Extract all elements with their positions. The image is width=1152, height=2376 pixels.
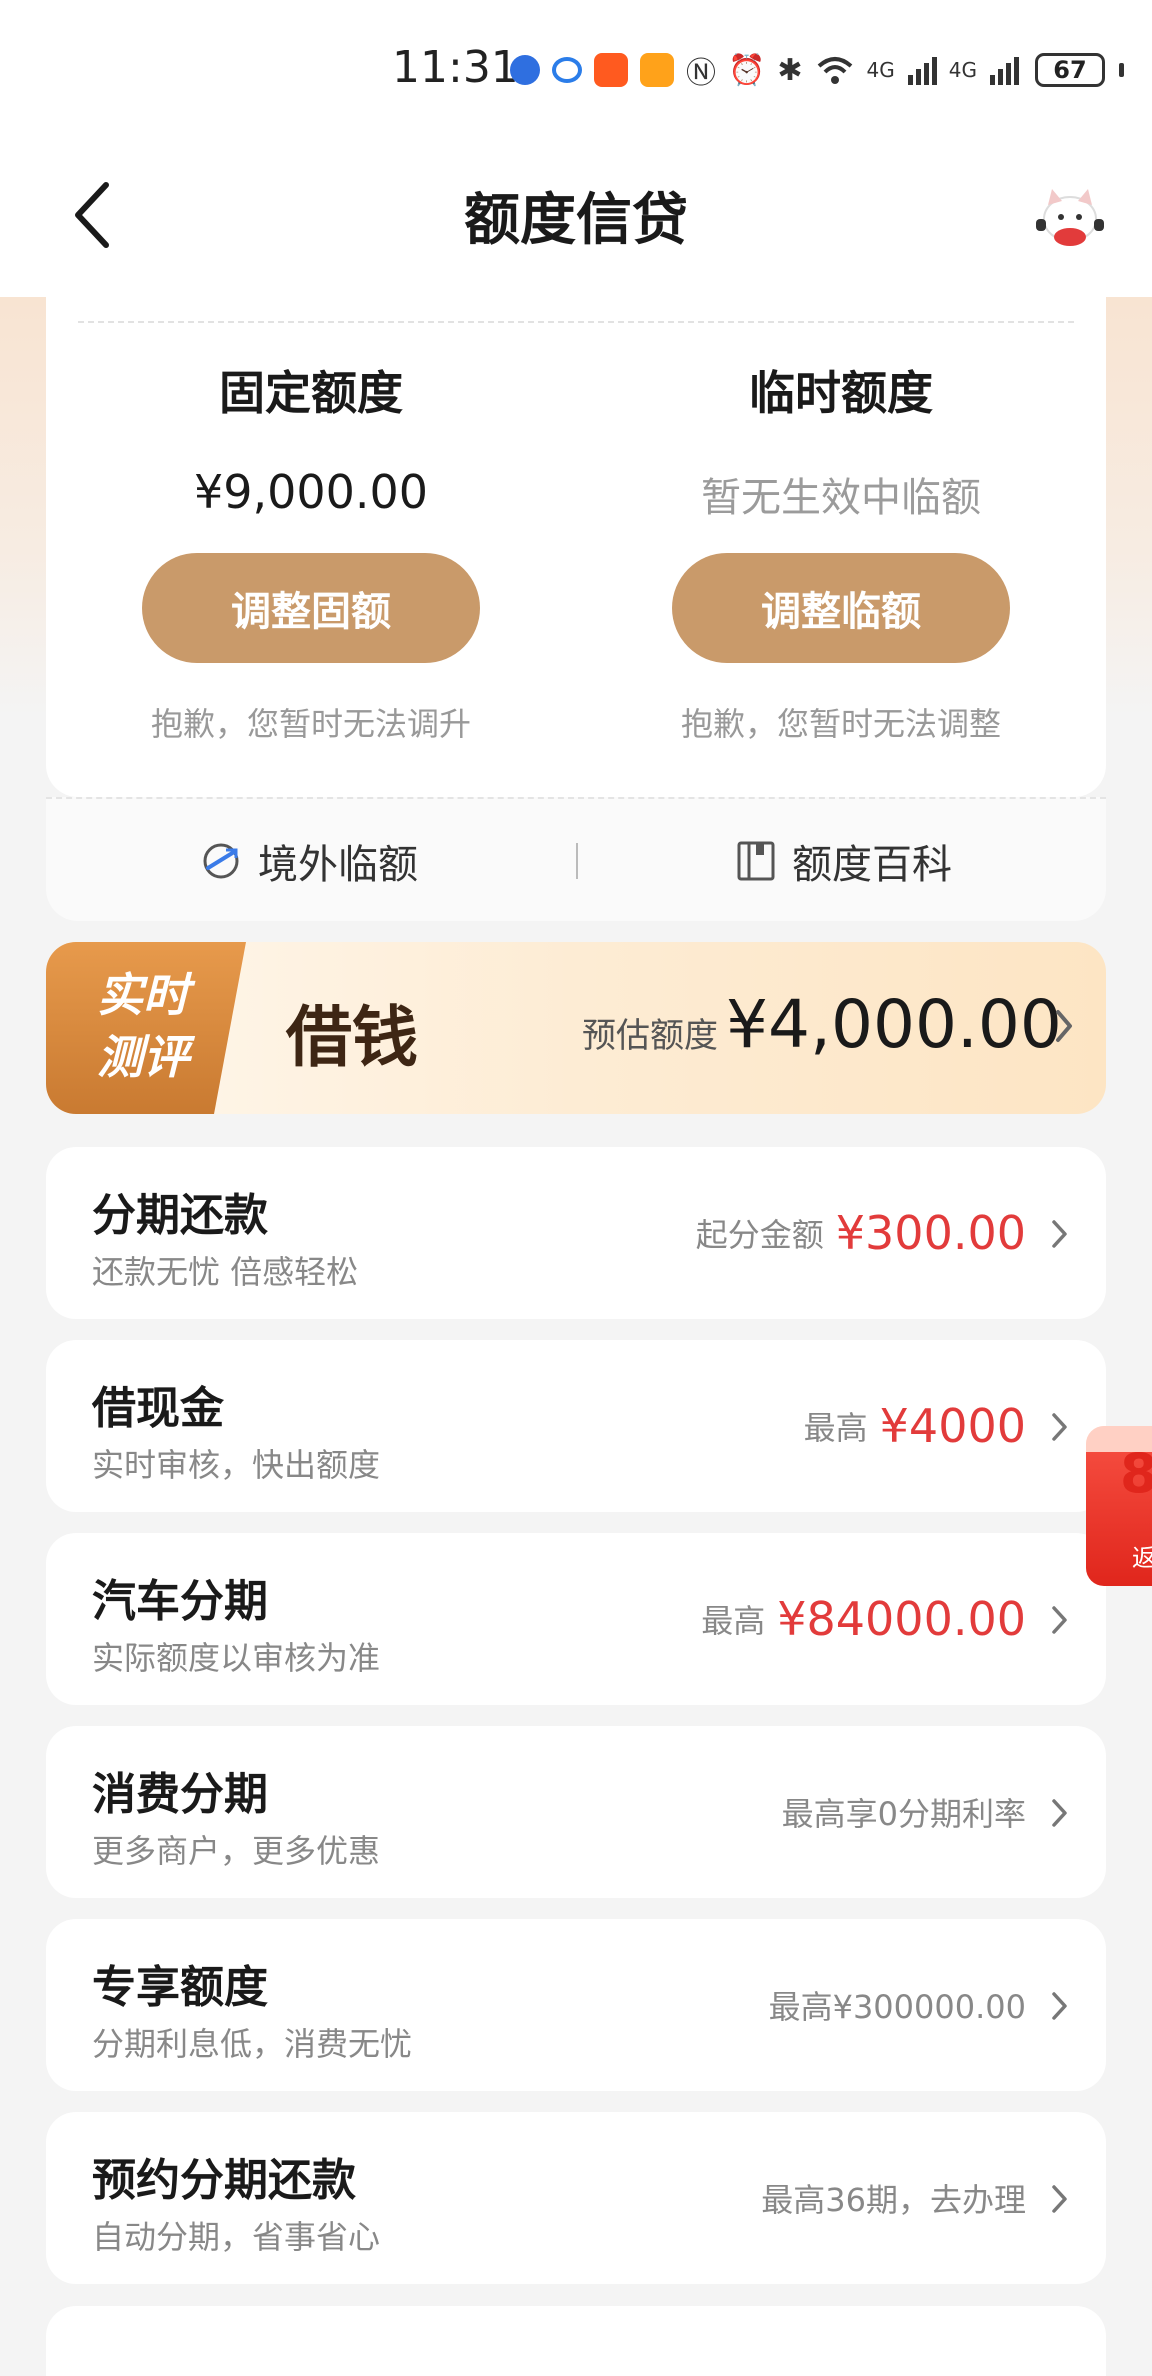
- list-item-subtitle: 实际额度以审核为准: [92, 1639, 381, 1677]
- status-time: 11:31: [392, 42, 519, 93]
- fixed-quota-note: 抱歉，您暂时无法调升: [150, 705, 471, 743]
- fixed-quota-label: 固定额度: [219, 366, 403, 420]
- borrow-cash-card[interactable]: 借现金 实时审核，快出额度 最高 ¥4000: [46, 1340, 1106, 1512]
- list-item-right-label: 起分金额: [695, 1216, 824, 1254]
- quota-links-row: 境外临额 额度百科: [46, 797, 1106, 921]
- exclusive-quota-card[interactable]: 专享额度 分期利息低，消费无忧 最高¥300000.00: [46, 1919, 1106, 2091]
- realtime-assessment-badge-text: 实时 测评: [68, 964, 218, 1088]
- list-item-right: 最高享0分期利率: [782, 1726, 1026, 1898]
- list-item-title: ...: [92, 2354, 142, 2376]
- fixed-quota-amount: ¥9,000.00: [193, 465, 429, 519]
- borrow-money-title: 借钱: [286, 998, 418, 1076]
- list-item-title: 借现金: [92, 1383, 224, 1434]
- badge-char: 返: [1132, 1544, 1152, 1572]
- wifi-icon: [817, 57, 852, 84]
- list-item-right-value: ¥300.00: [835, 1206, 1026, 1260]
- badge-number: 8: [1120, 1442, 1152, 1505]
- chat-notification-icon: [552, 57, 582, 83]
- car-installment-card[interactable]: 汽车分期 实际额度以审核为准 最高 ¥84000.00: [46, 1533, 1106, 1705]
- list-item-subtitle: 自动分期，省事省心: [92, 2218, 381, 2256]
- badge-line-1: 实时: [97, 968, 189, 1022]
- temporary-quota-label: 临时额度: [749, 366, 933, 420]
- chevron-right-icon: [1056, 1010, 1072, 1042]
- chevron-right-icon: [1052, 1992, 1067, 2020]
- installment-repayment-card[interactable]: 分期还款 还款无忧 倍感轻松 起分金额 ¥300.00: [46, 1147, 1106, 1319]
- list-item-right-value: ¥4000: [879, 1399, 1026, 1453]
- signal-4g-label-2: 4G: [948, 58, 977, 82]
- quota-card: 固定额度 ¥9,000.00 调整固额 抱歉，您暂时无法调升 临时额度 暂无生效…: [46, 297, 1106, 797]
- nfc-icon: Ⓝ: [686, 56, 716, 91]
- scheduled-installment-card[interactable]: 预约分期还款 自动分期，省事省心 最高36期，去办理: [46, 2112, 1106, 2284]
- temporary-quota-note: 抱歉，您暂时无法调整: [680, 705, 1001, 743]
- list-item-title: 汽车分期: [92, 1576, 268, 1627]
- list-item-right: 最高¥300000.00: [769, 1919, 1026, 2091]
- list-item-title: 分期还款: [92, 1190, 268, 1241]
- page-title: 额度信贷: [464, 188, 688, 253]
- signal-bars-icon: [907, 57, 937, 85]
- app-notification-icon: [510, 55, 540, 85]
- battery-tip: [1118, 63, 1124, 77]
- list-item-subtitle: 分期利息低，消费无忧: [92, 2025, 413, 2063]
- fixed-quota-column: 固定额度 ¥9,000.00 调整固额 抱歉，您暂时无法调升: [46, 357, 576, 745]
- bluetooth-icon: ✱: [777, 52, 803, 88]
- cat-mascot-icon[interactable]: [1030, 175, 1110, 255]
- list-item-right: 最高 ¥84000.00: [701, 1533, 1026, 1705]
- list-item-right: 最高 ¥4000: [804, 1340, 1026, 1512]
- signal-4g-label: 4G: [866, 58, 895, 82]
- list-item-title: 预约分期还款: [92, 2155, 356, 2206]
- borrow-money-banner[interactable]: 实时 测评 借钱 预估额度 ¥4,000.00: [46, 942, 1106, 1114]
- list-item-subtitle: 还款无忧 倍感轻松: [92, 1253, 359, 1291]
- list-item-title: 消费分期: [92, 1769, 268, 1820]
- divider: [78, 321, 1074, 323]
- signal-bars-icon-2: [989, 57, 1019, 85]
- chevron-right-icon: [1052, 1220, 1067, 1248]
- overseas-temp-quota-label: 境外临额: [258, 842, 418, 888]
- next-list-card-partial[interactable]: ...: [46, 2306, 1106, 2376]
- list-item-right-label: 最高: [803, 1409, 868, 1447]
- list-item-subtitle: 实时审核，快出额度: [92, 1446, 381, 1484]
- chevron-right-icon: [1052, 2185, 1067, 2213]
- list-item-title: 专享额度: [92, 1962, 268, 2013]
- list-item-subtitle: 更多商户，更多优惠: [92, 1832, 381, 1870]
- estimated-quota-label: 预估额度: [582, 1016, 718, 1056]
- chevron-right-icon: [1052, 1799, 1067, 1827]
- taobao-notification-icon: [594, 53, 628, 87]
- temporary-quota-empty-text: 暂无生效中临额: [701, 475, 981, 521]
- overseas-temp-quota-link[interactable]: 境外临额: [200, 799, 418, 923]
- status-icons: Ⓝ ⏰ ✱ 4G 4G 67: [510, 48, 1124, 92]
- adjust-temporary-quota-button[interactable]: 调整临额: [672, 553, 1010, 663]
- globe-plane-icon: [203, 843, 239, 879]
- list-item-right-label: 最高36期，去办理: [761, 2181, 1026, 2219]
- page-header: 额度信贷: [0, 135, 1152, 297]
- quota-encyclopedia-label: 额度百科: [792, 842, 952, 888]
- adjust-fixed-quota-button[interactable]: 调整固额: [142, 553, 480, 663]
- badge-line-2: 测评: [97, 1030, 189, 1084]
- list-item-right-label: 最高¥300000.00: [768, 1988, 1026, 2026]
- app-badge-icon: [640, 53, 674, 87]
- consumer-installment-card[interactable]: 消费分期 更多商户，更多优惠 最高享0分期利率: [46, 1726, 1106, 1898]
- list-item-right: 最高36期，去办理: [761, 2112, 1026, 2284]
- list-item-right: 起分金额 ¥300.00: [696, 1147, 1026, 1319]
- links-divider: [576, 843, 578, 879]
- chevron-right-icon: [1052, 1606, 1067, 1634]
- estimated-quota-amount: ¥4,000.00: [726, 986, 1062, 1063]
- quota-encyclopedia-link[interactable]: 额度百科: [736, 799, 952, 923]
- status-bar: 11:31 Ⓝ ⏰ ✱ 4G 4G 67: [0, 0, 1152, 135]
- red-packet-floating-badge[interactable]: 8 返: [1086, 1426, 1152, 1586]
- list-item-right-value: ¥84000.00: [777, 1592, 1026, 1646]
- chevron-right-icon: [1052, 1413, 1067, 1441]
- book-icon: [737, 841, 775, 881]
- list-item-right-label: 最高: [701, 1602, 766, 1640]
- battery-indicator: 67: [1034, 53, 1105, 87]
- alarm-icon: ⏰: [728, 52, 766, 88]
- list-item-right-label: 最高享0分期利率: [781, 1795, 1026, 1833]
- temporary-quota-column: 临时额度 暂无生效中临额 调整临额 抱歉，您暂时无法调整: [576, 357, 1106, 745]
